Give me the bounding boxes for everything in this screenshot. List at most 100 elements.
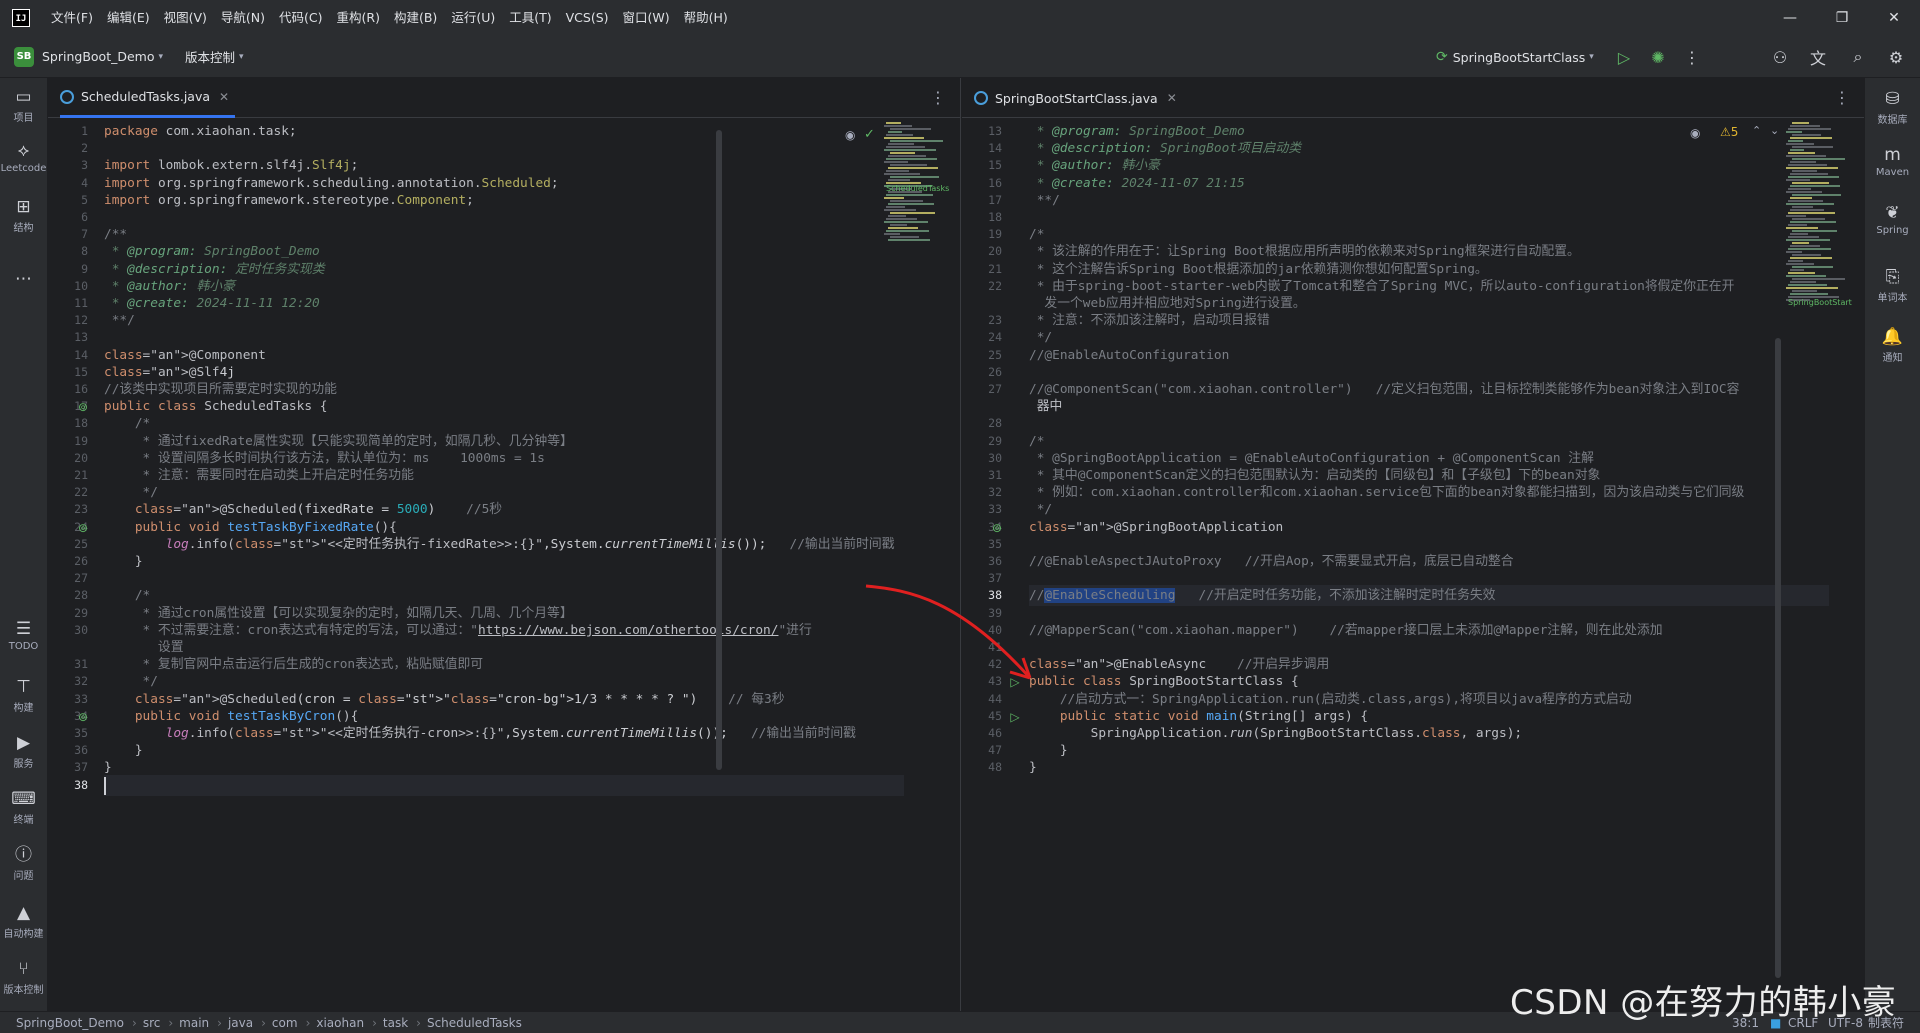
tool-window-spring[interactable]: ❦ Spring <box>1865 202 1920 236</box>
code-area[interactable]: package com.xiaohan.task; import lombok.e… <box>104 118 914 1011</box>
line-number[interactable]: 30 <box>48 620 88 641</box>
tool-window-test[interactable]: ⎘ 单词本 <box>1865 266 1920 304</box>
menu-item[interactable]: 重构(R) <box>330 0 387 36</box>
code-line[interactable]: } <box>1029 757 1037 778</box>
tool-window-database[interactable]: ⛁ 数据库 <box>1865 88 1920 126</box>
more-actions-icon[interactable]: ⋮ <box>1680 45 1704 69</box>
chevron-down-icon[interactable]: ⌄ <box>1770 124 1779 137</box>
menu-item[interactable]: 构建(B) <box>387 0 444 36</box>
close-window-button[interactable]: ✕ <box>1868 0 1920 36</box>
close-icon[interactable]: ✕ <box>1167 91 1177 105</box>
tool-window-auto-build[interactable]: ▲ 自动构建 <box>0 902 47 940</box>
more-icon[interactable]: ⋮ <box>1834 88 1850 107</box>
code-line[interactable] <box>104 775 904 796</box>
tool-window-services[interactable]: ▶ 服务 <box>0 732 47 770</box>
breadcrumb-item[interactable]: xiaohan <box>316 1016 364 1030</box>
tool-window-leetcode[interactable]: ⟡ Leetcode <box>0 140 47 174</box>
breadcrumb-item[interactable]: src <box>143 1016 161 1030</box>
menu-item[interactable]: 导航(N) <box>214 0 272 36</box>
scrollbar[interactable] <box>1775 338 1781 978</box>
breadcrumb-item[interactable]: com <box>272 1016 298 1030</box>
menu-item[interactable]: 工具(T) <box>502 0 558 36</box>
menu-item[interactable]: 编辑(E) <box>100 0 157 36</box>
code-line[interactable]: * 注意：不添加该注解时，启动项目报错 <box>1029 310 1270 331</box>
debug-icon[interactable]: ✺ <box>1646 45 1670 69</box>
code-line[interactable]: //@MapperScan("com.xiaohan.mapper") //若m… <box>1029 620 1663 641</box>
tool-window-folder[interactable]: ▭ 项目 <box>0 86 47 124</box>
code-line[interactable]: //@EnableAutoConfiguration <box>1029 345 1229 366</box>
code-line[interactable]: } <box>104 551 143 572</box>
reader-mode-icon[interactable]: ◉ <box>845 128 855 142</box>
code-line[interactable]: import org.springframework.stereotype.Co… <box>104 190 474 211</box>
add-user-icon[interactable]: ⚇ <box>1768 45 1792 69</box>
vcs-selector[interactable]: 版本控制 <box>185 47 235 66</box>
tool-window-structure[interactable]: ⊞ 结构 <box>0 196 47 234</box>
menu-item[interactable]: VCS(S) <box>559 0 616 36</box>
code-line[interactable]: * 不过需要注意：cron表达式有特定的写法，可以通过："https://www… <box>104 620 812 641</box>
spring-bean-icon[interactable]: ⊚ <box>76 521 90 535</box>
breadcrumb-item[interactable]: task <box>383 1016 408 1030</box>
run-gutter-icon[interactable]: ▷ <box>1008 710 1022 724</box>
tool-window-problems[interactable]: ⓘ 问题 <box>0 844 47 882</box>
code-line[interactable]: 器中 <box>1029 396 1063 417</box>
code-line[interactable]: * 复制官网中点击运行后生成的cron表达式，粘贴赋值即可 <box>104 654 484 675</box>
code-line[interactable]: //@EnableAspectJAutoProxy //开启Aop，不需要显式开… <box>1029 551 1514 572</box>
code-line[interactable]: * 例如：com.xiaohan.controller和com.xiaohan.… <box>1029 482 1745 503</box>
minimap[interactable]: SpringBootStart <box>1786 122 1852 307</box>
settings-gear-icon[interactable]: ⚙ <box>1884 45 1908 69</box>
code-line[interactable]: package com.xiaohan.task; <box>104 121 297 142</box>
menu-item[interactable]: 帮助(H) <box>677 0 735 36</box>
spring-bean-icon[interactable]: ⊚ <box>990 521 1004 535</box>
scrollbar[interactable] <box>716 130 722 770</box>
tool-window-bell[interactable]: 🔔 通知 <box>1865 326 1920 364</box>
run-icon[interactable]: ▷ <box>1612 45 1636 69</box>
search-icon[interactable]: ⌕ <box>1846 45 1870 69</box>
code-line[interactable]: log.info(class="st">"<<定时任务执行-cron>>:{}"… <box>104 723 856 744</box>
line-number[interactable]: 38 <box>48 775 88 796</box>
chevron-up-icon[interactable]: ⌃ <box>1752 124 1761 137</box>
code-line[interactable]: //@ComponentScan("com.xiaohan.controller… <box>1029 379 1739 400</box>
code-line[interactable]: class="an">@SpringBootApplication <box>1029 517 1283 538</box>
tool-window-todo[interactable]: ☰ TODO <box>0 618 47 652</box>
project-badge[interactable]: SB <box>14 46 34 67</box>
reader-mode-icon[interactable]: ◉ <box>1690 126 1700 140</box>
line-number[interactable]: 22 <box>962 276 1002 297</box>
close-icon[interactable]: ✕ <box>219 90 229 104</box>
breadcrumb-item[interactable]: java <box>228 1016 253 1030</box>
code-line[interactable]: **/ <box>1029 190 1060 211</box>
tool-window-terminal[interactable]: ⌨ 终端 <box>0 788 47 826</box>
minimap[interactable]: ScheduledTasks <box>884 122 949 252</box>
code-line[interactable]: log.info(class="st">"<<定时任务执行-fixedRate>… <box>104 534 895 555</box>
tab-springbootstartclass[interactable]: SpringBootStartClass.java ✕ <box>974 78 1183 118</box>
menu-item[interactable]: 窗口(W) <box>616 0 677 36</box>
run-config-selector[interactable]: ⟳ SpringBootStartClass ▾ <box>1436 36 1594 78</box>
code-line[interactable]: * @create: 2024-11-07 21:15 <box>1029 173 1245 194</box>
translate-icon[interactable]: 文 <box>1806 45 1830 69</box>
breadcrumb-item[interactable]: main <box>179 1016 209 1030</box>
tool-window-vcs[interactable]: ⑂ 版本控制 <box>0 958 47 996</box>
code-line[interactable]: **/ <box>104 310 135 331</box>
breadcrumb-item[interactable]: SpringBoot_Demo <box>16 1016 124 1030</box>
tool-window-build[interactable]: ⊤ 构建 <box>0 676 47 714</box>
code-line[interactable]: //@EnableScheduling //开启定时任务功能，不添加该注解时定时… <box>1029 585 1829 606</box>
spring-bean-icon[interactable]: ⊚ <box>76 710 90 724</box>
line-number[interactable]: 27 <box>962 379 1002 400</box>
breadcrumb-item[interactable]: ScheduledTasks <box>427 1016 522 1030</box>
code-line[interactable]: * @create: 2024-11-11 12:20 <box>104 293 320 314</box>
restore-button[interactable]: ❐ <box>1816 0 1868 36</box>
spring-bean-icon[interactable]: ⊚ <box>76 400 90 414</box>
intellij-logo[interactable]: IJ <box>12 9 30 27</box>
line-number[interactable]: 48 <box>962 757 1002 778</box>
menu-item[interactable]: 运行(U) <box>444 0 502 36</box>
code-line[interactable]: SpringApplication.run(SpringBootStartCla… <box>1029 723 1523 744</box>
more-icon[interactable]: ⋮ <box>930 88 946 107</box>
project-selector[interactable]: SpringBoot_Demo <box>42 49 155 64</box>
tool-window-maven[interactable]: m Maven <box>1865 144 1920 178</box>
tool-window-more[interactable]: ⋯ <box>0 268 47 290</box>
menu-item[interactable]: 视图(V) <box>157 0 214 36</box>
menu-item[interactable]: 代码(C) <box>272 0 329 36</box>
tab-scheduledtasks[interactable]: ScheduledTasks.java ✕ <box>60 78 236 118</box>
code-area[interactable]: * @program: SpringBoot_Demo * @descripti… <box>1029 118 1849 1011</box>
menu-item[interactable]: 文件(F) <box>44 0 100 36</box>
minimize-button[interactable]: — <box>1764 0 1816 36</box>
